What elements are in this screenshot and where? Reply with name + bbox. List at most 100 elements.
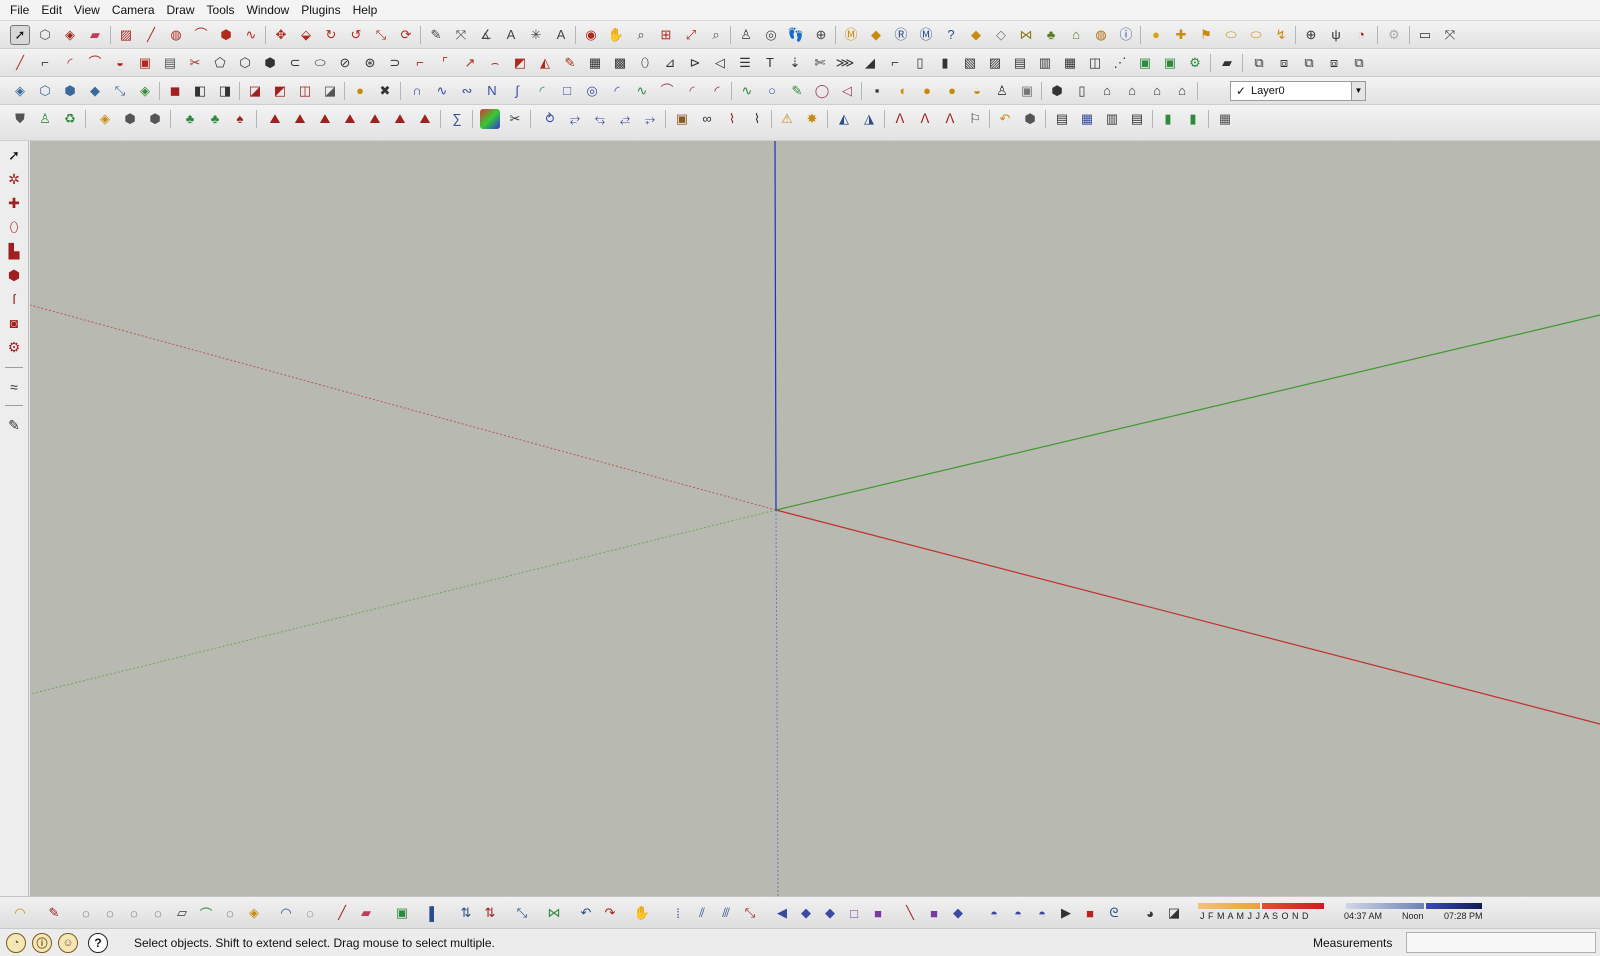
flag-tool-icon[interactable]: ⚑ [1196,25,1216,45]
previous-view-icon[interactable]: ⌕ [706,25,726,45]
shape-5-icon[interactable]: ⬭ [310,53,330,73]
view-1-icon[interactable]: ⬢ [1047,81,1067,101]
shape-8-icon[interactable]: ⊃ [385,53,405,73]
polygon-icon[interactable]: ⬢ [216,25,236,45]
hand-icon[interactable]: ✋ [632,903,652,923]
terrain-2-icon[interactable]: ⛰ [290,109,310,129]
person-plus-icon[interactable]: ♙ [35,109,55,129]
terrain-5-icon[interactable]: ⛰ [365,109,385,129]
path-icon[interactable]: ⌇ [722,109,742,129]
flag-icon[interactable]: ⚐ [965,109,985,129]
menu-edit[interactable]: Edit [35,0,68,20]
hatch-1-icon[interactable]: ▧ [960,53,980,73]
cut-tool-icon[interactable]: ✂ [185,53,205,73]
shape-3-icon[interactable]: ⬢ [260,53,280,73]
plugin-bow-icon[interactable]: ⋈ [1016,25,1036,45]
month-bar-right[interactable] [1262,903,1324,909]
curve-3-icon[interactable]: ∾ [457,81,477,101]
curve-7-icon[interactable]: ◜ [607,81,627,101]
square-outline-icon[interactable]: □ [557,81,577,101]
plugin-tree-icon[interactable]: ♣ [1041,25,1061,45]
3d-text-icon[interactable]: A [551,25,571,45]
user-icon[interactable]: ☺ [58,932,78,953]
eraser-icon[interactable]: ▰ [85,25,105,45]
hatch-2-icon[interactable]: ▨ [985,53,1005,73]
box-brown-icon[interactable]: ▣ [672,109,692,129]
terrain-7-icon[interactable]: ⛰ [415,109,435,129]
lasso-icon[interactable]: ◠ [10,903,30,923]
offset-icon[interactable]: ⟳ [396,25,416,45]
skin-icon[interactable]: ◓ [984,903,1004,923]
plugin-house-icon[interactable]: ⌂ [1066,25,1086,45]
curve-2-icon[interactable]: ∿ [432,81,452,101]
back-view-icon[interactable]: ⤡ [110,81,130,101]
pipe-2-icon[interactable]: ⥂ [565,109,585,129]
zoom-icon[interactable]: ⌕ [631,25,651,45]
month-bar-left[interactable] [1198,903,1260,909]
arrows-updown-icon[interactable]: ⇅ [456,903,476,923]
joint-icon[interactable]: ✎ [560,53,580,73]
grid-tool-icon[interactable]: ▦ [585,53,605,73]
plant-red-icon[interactable]: ♣ [180,109,200,129]
monochrome-icon[interactable]: ◫ [295,81,315,101]
help-icon[interactable]: ? [88,932,108,953]
brush-icon[interactable]: ✎ [4,415,24,435]
recycle-icon[interactable]: ♻ [60,109,80,129]
image-icon[interactable]: ▪ [867,81,887,101]
terrain-4-icon[interactable]: ⛰ [340,109,360,129]
eraser-pink-icon[interactable]: ▰ [356,903,376,923]
texture-1-icon[interactable]: ▤ [1052,109,1072,129]
view-5-icon[interactable]: ⌂ [1172,81,1192,101]
stack-icon[interactable]: ⧉ [1299,53,1319,73]
hook-icon[interactable]: ↶ [995,109,1015,129]
geo-location-icon[interactable]: ◔ [6,932,26,953]
shelf-icon[interactable]: ☰ [735,53,755,73]
walk-icon[interactable]: 👣 [786,25,806,45]
xray-icon[interactable]: ◼ [165,81,185,101]
figure-1-icon[interactable]: ᐱ [890,109,910,129]
pipe-1-icon[interactable]: ⥁ [540,109,560,129]
bar-icon[interactable]: ▌ [424,903,444,923]
cylinder-icon[interactable]: ⬯ [635,53,655,73]
chart-1-icon[interactable]: ▮ [1158,109,1178,129]
material-4-icon[interactable]: ◒ [967,81,987,101]
compass-icon[interactable]: ⊕ [1301,25,1321,45]
pencil-line-icon[interactable]: ╱ [10,53,30,73]
component-icon[interactable]: ⬡ [35,25,55,45]
curve-1-icon[interactable]: ∩ [407,81,427,101]
plugin-globe-icon[interactable]: ◍ [1091,25,1111,45]
sun-icon[interactable]: ● [350,81,370,101]
scissors-icon[interactable]: ✂ [505,109,525,129]
window-icon[interactable]: ▭ [1415,25,1435,45]
extents-icon[interactable]: ⤧ [1440,25,1460,45]
extrude-icon[interactable]: ▤ [160,53,180,73]
plant-yellow-icon[interactable]: ♣ [205,109,225,129]
cylinder-tool-icon[interactable]: ⬯ [4,217,24,237]
flip-1-icon[interactable]: ◀ [772,903,792,923]
t-tool-icon[interactable]: T [760,53,780,73]
menu-view[interactable]: View [68,0,106,20]
green-box-2-icon[interactable]: ▣ [1160,53,1180,73]
plus-icon[interactable]: ✚ [4,193,24,213]
select-tool-icon[interactable]: ➚ [10,25,30,45]
scatter-icon[interactable]: ✲ [4,169,24,189]
arc-icon[interactable]: ⌒ [191,25,211,45]
right-view-icon[interactable]: ◆ [85,81,105,101]
view-2-icon[interactable]: ▯ [1072,81,1092,101]
leaf-icon[interactable]: ◁ [837,81,857,101]
arc-3pt-icon[interactable]: ◜ [60,53,80,73]
menu-draw[interactable]: Draw [161,0,201,20]
sub-icon[interactable]: ◓ [1032,903,1052,923]
follow-me-icon[interactable]: ↺ [346,25,366,45]
sketch-6-icon[interactable]: ⌒ [196,903,216,923]
curve-11-icon[interactable]: ◜ [707,81,727,101]
view-3-icon[interactable]: ⌂ [1122,81,1142,101]
front-view-icon[interactable]: ⬢ [60,81,80,101]
knife-icon[interactable]: ╱ [332,903,352,923]
sketch-5-icon[interactable]: ▱ [172,903,192,923]
components-panel-icon[interactable]: ▰ [1217,53,1237,73]
time-bar-left[interactable] [1346,903,1424,909]
measurements-input[interactable] [1406,932,1596,953]
corner-icon[interactable]: ⌐ [410,53,430,73]
protractor-icon[interactable]: ∡ [476,25,496,45]
